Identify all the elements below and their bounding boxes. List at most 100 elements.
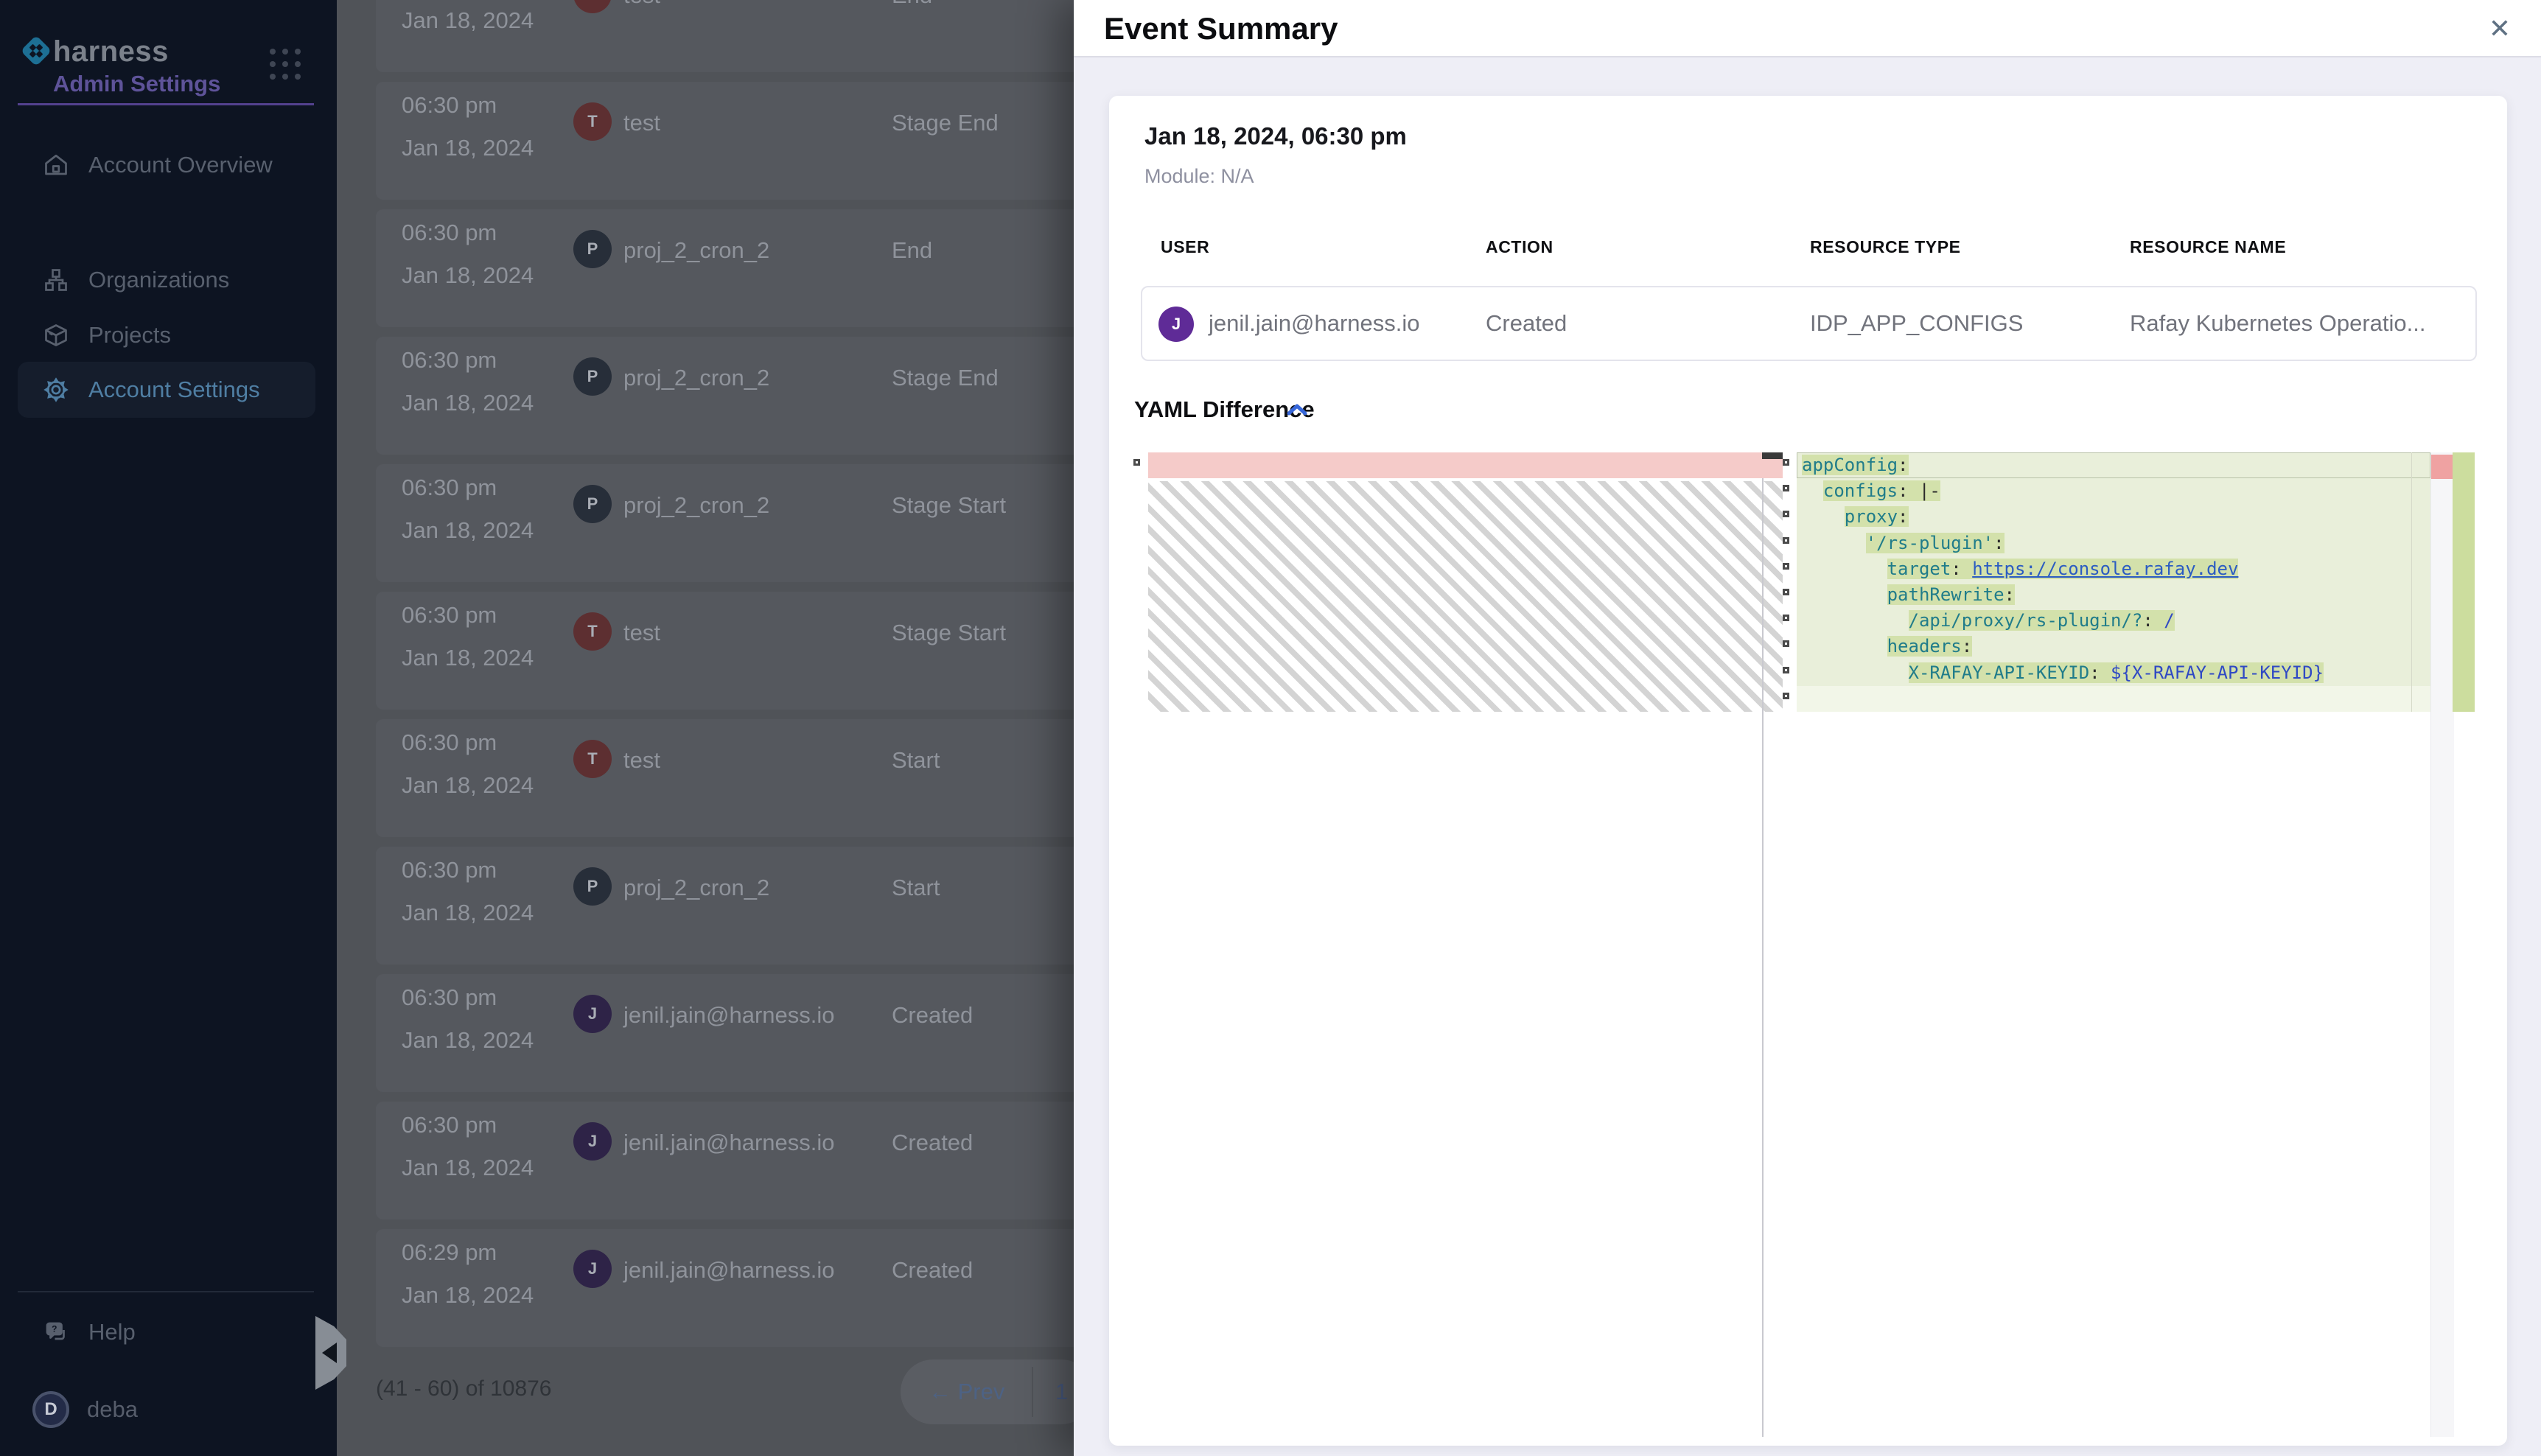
projects-icon bbox=[43, 322, 69, 349]
row-resource: proj_2_cron_2 bbox=[623, 875, 769, 901]
avatar: P bbox=[573, 357, 612, 396]
pagination: ← Prev 1 bbox=[901, 1359, 1094, 1424]
row-resource: jenil.jain@harness.io bbox=[623, 1257, 835, 1284]
event-resource-name: Rafay Kubernetes Operatio... bbox=[2130, 287, 2426, 360]
column-header-resource-name: RESOURCE NAME bbox=[2130, 237, 2286, 257]
yaml-line: '/rs-plugin': bbox=[1797, 531, 2430, 556]
user-menu[interactable]: D deba bbox=[32, 1391, 138, 1428]
sidebar-bottom-divider bbox=[18, 1291, 314, 1292]
chevron-up-icon[interactable] bbox=[1286, 402, 1308, 417]
page-number-button[interactable]: 1 bbox=[1055, 1359, 1068, 1424]
row-action: Start bbox=[892, 747, 940, 774]
row-timestamp: 06:30 pm Jan 18, 2024 bbox=[402, 347, 534, 416]
row-action: End bbox=[892, 0, 932, 9]
sidebar-item-label: Account Overview bbox=[88, 152, 273, 178]
diff-removed-marker bbox=[2431, 455, 2453, 479]
sidebar: harness Admin Settings Account Overview … bbox=[0, 0, 337, 1456]
row-date: Jan 18, 2024 bbox=[402, 772, 534, 799]
row-action: Start bbox=[892, 875, 940, 901]
row-resource: test bbox=[623, 110, 660, 136]
row-timestamp: 06:30 pm Jan 18, 2024 bbox=[402, 729, 534, 799]
list-item[interactable]: 06:30 pm Jan 18, 2024 T test End bbox=[376, 0, 1105, 72]
diff-scroll-thumb[interactable] bbox=[1762, 452, 1783, 459]
row-date: Jan 18, 2024 bbox=[402, 900, 534, 926]
list-item[interactable]: 06:29 pm Jan 18, 2024 J jenil.jain@harne… bbox=[376, 1229, 1105, 1347]
event-user: jenil.jain@harness.io bbox=[1209, 287, 1420, 360]
row-date: Jan 18, 2024 bbox=[402, 517, 534, 544]
sidebar-item-account-overview[interactable]: Account Overview bbox=[18, 137, 315, 193]
pagination-range: (41 - 60) of 10876 bbox=[376, 1376, 552, 1401]
diff-scrollbar-track[interactable] bbox=[2430, 452, 2454, 1437]
row-timestamp: 06:30 pm Jan 18, 2024 bbox=[402, 220, 534, 289]
diff-line-marker bbox=[1133, 459, 1140, 466]
row-timestamp: 06:30 pm Jan 18, 2024 bbox=[402, 984, 534, 1054]
avatar: T bbox=[573, 0, 612, 13]
user-avatar: D bbox=[32, 1391, 69, 1428]
row-timestamp: 06:30 pm Jan 18, 2024 bbox=[402, 602, 534, 671]
row-time: 06:30 pm bbox=[402, 475, 534, 501]
list-item[interactable]: 06:30 pm Jan 18, 2024 P proj_2_cron_2 En… bbox=[376, 209, 1105, 327]
avatar: P bbox=[573, 867, 612, 906]
row-date: Jan 18, 2024 bbox=[402, 1282, 534, 1309]
yaml-line: target: https://console.rafay.dev bbox=[1797, 556, 2430, 582]
diff-line-marker bbox=[1783, 640, 1789, 647]
row-action: Created bbox=[892, 1002, 973, 1029]
sidebar-item-projects[interactable]: Projects bbox=[18, 307, 315, 363]
sidebar-item-help[interactable]: ? Help bbox=[18, 1304, 315, 1360]
list-item[interactable]: 06:30 pm Jan 18, 2024 P proj_2_cron_2 St… bbox=[376, 847, 1105, 965]
row-action: End bbox=[892, 237, 932, 264]
app-grid-icon[interactable] bbox=[270, 49, 303, 82]
event-datetime: Jan 18, 2024, 06:30 pm bbox=[1144, 122, 1407, 150]
row-resource: test bbox=[623, 0, 660, 9]
row-resource: test bbox=[623, 620, 660, 646]
diff-added-ruler bbox=[2453, 452, 2475, 712]
yaml-line: /api/proxy/rs-plugin/?: / bbox=[1797, 608, 2430, 634]
event-summary-drawer: Event Summary ✕ Jan 18, 2024, 06:30 pm M… bbox=[1074, 0, 2541, 1456]
organizations-icon bbox=[43, 267, 69, 293]
row-resource: jenil.jain@harness.io bbox=[623, 1130, 835, 1156]
row-action: Created bbox=[892, 1257, 973, 1284]
avatar: J bbox=[573, 995, 612, 1033]
yaml-line: headers: bbox=[1797, 634, 2430, 659]
diff-line-marker bbox=[1783, 693, 1789, 699]
brand-name: harness bbox=[53, 35, 169, 69]
list-item[interactable]: 06:30 pm Jan 18, 2024 J jenil.jain@harne… bbox=[376, 974, 1105, 1092]
row-timestamp: 06:29 pm Jan 18, 2024 bbox=[402, 1239, 534, 1309]
close-icon[interactable]: ✕ bbox=[2478, 0, 2522, 57]
sidebar-item-organizations[interactable]: Organizations bbox=[18, 252, 315, 308]
prev-page-button[interactable]: ← Prev bbox=[929, 1359, 1004, 1424]
row-action: Stage Start bbox=[892, 492, 1006, 519]
list-item[interactable]: 06:30 pm Jan 18, 2024 P proj_2_cron_2 St… bbox=[376, 337, 1105, 455]
row-date: Jan 18, 2024 bbox=[402, 390, 534, 416]
avatar: T bbox=[573, 740, 612, 778]
harness-logo-icon bbox=[19, 34, 53, 68]
sidebar-item-label: Organizations bbox=[88, 267, 229, 293]
list-item[interactable]: 06:30 pm Jan 18, 2024 T test Stage Start bbox=[376, 592, 1105, 710]
sidebar-item-label: Help bbox=[88, 1319, 136, 1345]
sidebar-item-account-settings[interactable]: Account Settings bbox=[18, 362, 315, 418]
svg-text:?: ? bbox=[52, 1323, 57, 1334]
diff-code-edge bbox=[2411, 452, 2412, 712]
row-resource: jenil.jain@harness.io bbox=[623, 1002, 835, 1029]
column-header-action: ACTION bbox=[1486, 237, 1553, 257]
list-item[interactable]: 06:30 pm Jan 18, 2024 T test Start bbox=[376, 719, 1105, 837]
avatar: P bbox=[573, 230, 612, 268]
home-icon bbox=[43, 152, 69, 178]
row-timestamp: 06:30 pm Jan 18, 2024 bbox=[402, 857, 534, 926]
diff-removed-line bbox=[1148, 452, 1783, 478]
sidebar-item-label: Projects bbox=[88, 322, 171, 349]
row-time: 06:30 pm bbox=[402, 1112, 534, 1138]
event-table-row: J jenil.jain@harness.io Created IDP_APP_… bbox=[1141, 286, 2477, 361]
list-item[interactable]: 06:30 pm Jan 18, 2024 T test Stage End bbox=[376, 82, 1105, 200]
diff-line-marker bbox=[1783, 459, 1789, 466]
list-item[interactable]: 06:30 pm Jan 18, 2024 J jenil.jain@harne… bbox=[376, 1102, 1105, 1219]
diff-code: appConfig: configs: |- proxy: '/rs-plugi… bbox=[1797, 452, 2430, 712]
diff-line-marker bbox=[1783, 589, 1789, 595]
list-item[interactable]: 06:30 pm Jan 18, 2024 P proj_2_cron_2 St… bbox=[376, 464, 1105, 582]
row-time: 06:30 pm bbox=[402, 602, 534, 629]
row-timestamp: 06:30 pm Jan 18, 2024 bbox=[402, 475, 534, 544]
diff-line-marker bbox=[1783, 485, 1789, 491]
sidebar-divider bbox=[18, 103, 314, 105]
row-time: 06:30 pm bbox=[402, 729, 534, 756]
row-time: 06:30 pm bbox=[402, 220, 534, 246]
